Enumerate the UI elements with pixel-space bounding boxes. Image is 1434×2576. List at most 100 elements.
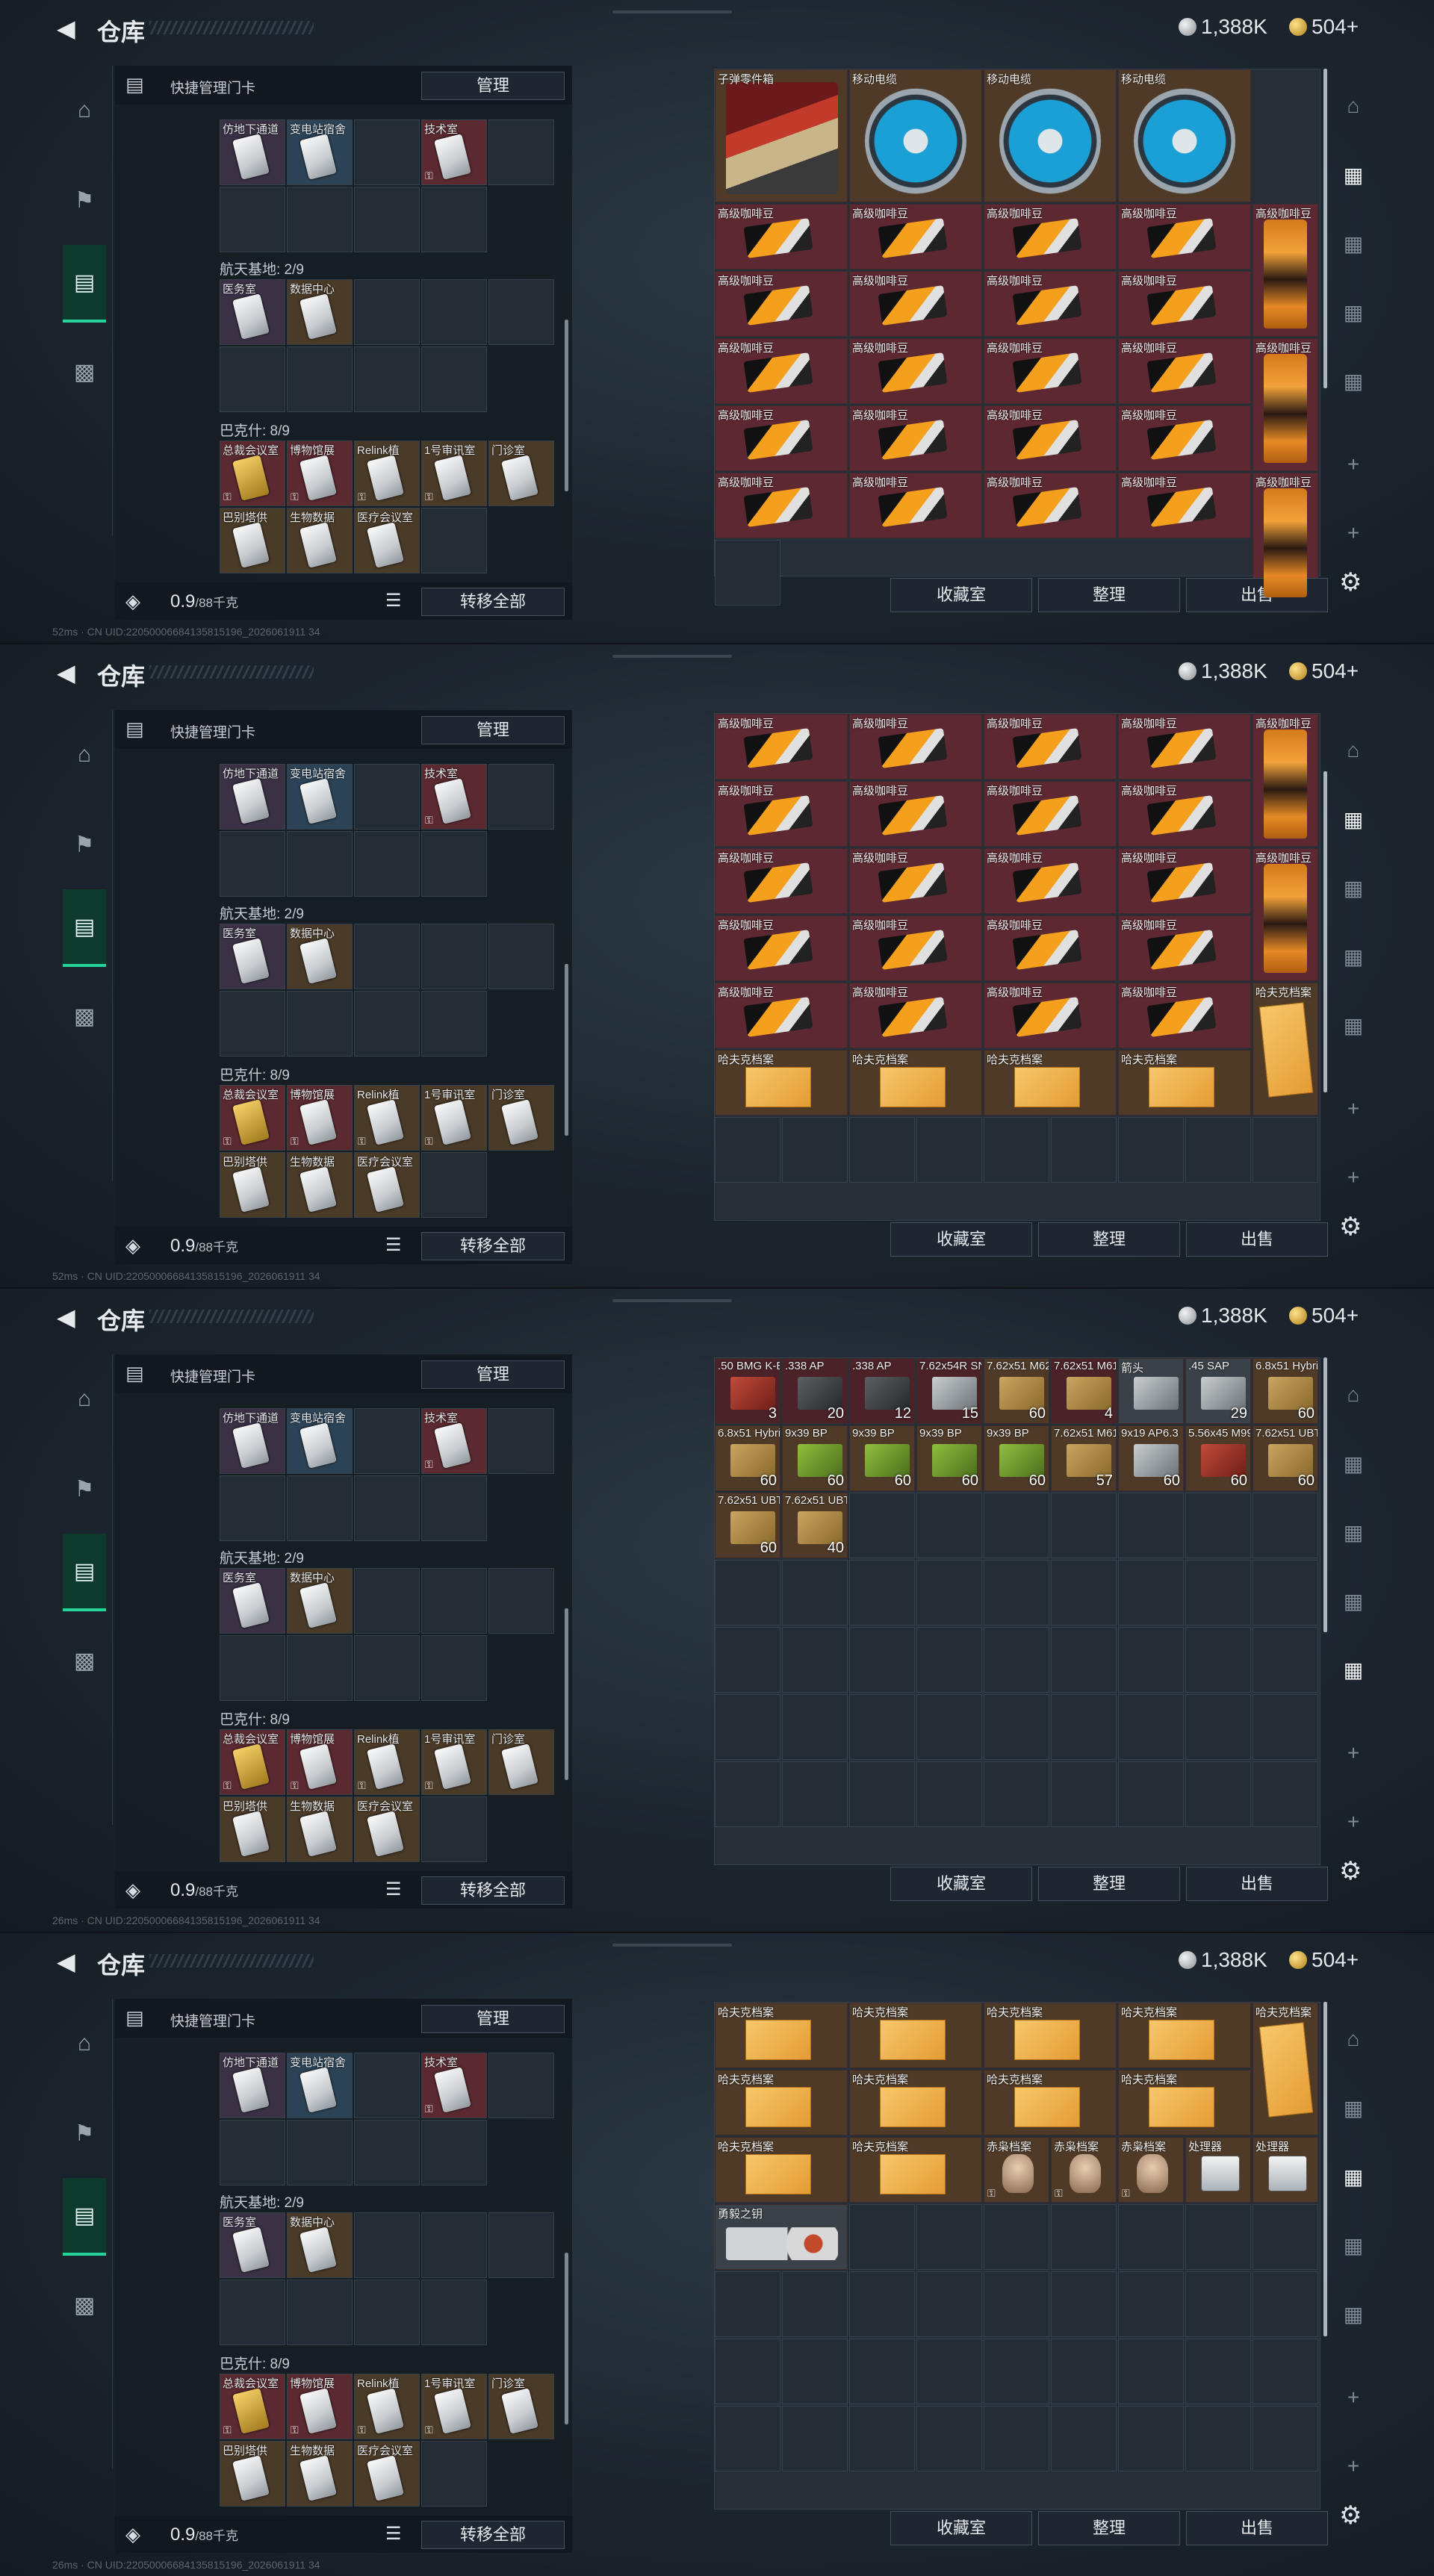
empty-keycard-slot[interactable]: [421, 1796, 487, 1862]
empty-slot[interactable]: [984, 2271, 1049, 2337]
add-storage-plus-icon[interactable]: +: [1332, 1155, 1374, 1200]
empty-slot[interactable]: [1118, 2339, 1184, 2404]
inventory-item[interactable]: 高级咖啡豆: [984, 714, 1117, 780]
empty-slot[interactable]: [1118, 1627, 1184, 1693]
inventory-item[interactable]: .50 BMG K-BT 3: [715, 1358, 780, 1424]
empty-slot[interactable]: [1051, 1627, 1117, 1693]
list-icon[interactable]: ☰: [385, 1879, 402, 1900]
inventory-item[interactable]: 9x19 AP6.3 60: [1118, 1425, 1184, 1491]
keycard-slot[interactable]: 医务室: [220, 1568, 285, 1634]
add-storage-plus-icon[interactable]: +: [1332, 442, 1374, 487]
keycard-slot[interactable]: 门诊室: [488, 441, 554, 506]
keycard-slot[interactable]: 1号审讯室 ⚿: [421, 1085, 487, 1151]
keycard-slot[interactable]: 变电站宿舍: [287, 2053, 353, 2118]
empty-keycard-slot[interactable]: [220, 1635, 285, 1701]
inventory-item[interactable]: 高级咖啡豆: [1253, 714, 1318, 847]
settings-gear-icon[interactable]: ⚙: [1339, 2501, 1362, 2530]
keycard-slot[interactable]: Relink植 ⚿: [354, 1085, 420, 1151]
empty-slot[interactable]: [715, 1694, 780, 1760]
empty-slot[interactable]: [984, 1117, 1049, 1183]
inventory-item[interactable]: 高级咖啡豆: [984, 338, 1117, 404]
storage-tab-iv-icon[interactable]: ▦: [1332, 2223, 1374, 2268]
inventory-item[interactable]: 箭头: [1118, 1358, 1184, 1424]
keycard-slot[interactable]: 1号审讯室 ⚿: [421, 441, 487, 506]
empty-slot[interactable]: [1051, 1761, 1117, 1827]
inventory-item[interactable]: 处理器: [1185, 2137, 1251, 2203]
inventory-item[interactable]: 哈夫克档案: [1118, 2070, 1251, 2135]
empty-slot[interactable]: [715, 2406, 780, 2471]
empty-keycard-slot[interactable]: [354, 831, 420, 897]
inventory-item[interactable]: 7.62x51 M62 60: [984, 1358, 1049, 1424]
empty-slot[interactable]: [1118, 2204, 1184, 2270]
empty-slot[interactable]: [1051, 2406, 1117, 2471]
empty-keycard-slot[interactable]: [488, 764, 554, 830]
transfer-all-button[interactable]: 转移全部: [421, 2521, 565, 2549]
keycard-slot[interactable]: 生物数据: [287, 2441, 353, 2507]
empty-slot[interactable]: [916, 2406, 982, 2471]
add-storage-plus-icon[interactable]: +: [1332, 2375, 1374, 2420]
inventory-item[interactable]: 高级咖啡豆: [715, 848, 848, 914]
toolbox-category-icon[interactable]: ▩: [63, 979, 106, 1054]
storage-tab-home-icon[interactable]: ⌂: [1332, 84, 1374, 128]
inventory-item[interactable]: 哈夫克档案: [984, 2070, 1117, 2135]
empty-slot[interactable]: [849, 1627, 915, 1693]
inventory-item[interactable]: 6.8x51 Hybrid 60: [715, 1425, 780, 1491]
inventory-item[interactable]: 高级咖啡豆: [984, 405, 1117, 471]
empty-keycard-slot[interactable]: [421, 279, 487, 345]
keycard-slot[interactable]: 巴别塔供: [220, 1152, 285, 1218]
inventory-item[interactable]: 高级咖啡豆: [984, 781, 1117, 847]
empty-slot[interactable]: [1118, 1560, 1184, 1625]
empty-slot[interactable]: [849, 1493, 915, 1558]
gold-currency[interactable]: 504+: [1289, 1948, 1359, 1972]
empty-keycard-slot[interactable]: [421, 2441, 487, 2507]
keycard-slot[interactable]: 1号审讯室 ⚿: [421, 2374, 487, 2439]
empty-keycard-slot[interactable]: [421, 991, 487, 1057]
inventory-item[interactable]: 高级咖啡豆: [715, 781, 848, 847]
empty-slot[interactable]: [1051, 2271, 1117, 2337]
weapon-category-icon[interactable]: ⌂: [63, 718, 106, 792]
keycard-category-icon[interactable]: ▤: [63, 2178, 106, 2256]
keycard-category-icon[interactable]: ▤: [63, 245, 106, 323]
sell-button[interactable]: 出售: [1186, 1867, 1328, 1901]
keycard-slot[interactable]: 门诊室: [488, 1729, 554, 1795]
empty-slot[interactable]: [849, 1694, 915, 1760]
empty-keycard-slot[interactable]: [354, 119, 420, 185]
inventory-item[interactable]: 7.62x54R SNB 15: [916, 1358, 982, 1424]
collection-room-button[interactable]: 收藏室: [890, 2511, 1032, 2545]
empty-slot[interactable]: [1051, 2339, 1117, 2404]
back-arrow-icon[interactable]: ◀: [57, 659, 84, 686]
inventory-item[interactable]: 高级咖啡豆: [1118, 781, 1251, 847]
keycard-slot[interactable]: 医务室: [220, 2212, 285, 2278]
empty-slot[interactable]: [1185, 1627, 1251, 1693]
empty-keycard-slot[interactable]: [354, 1635, 420, 1701]
empty-slot[interactable]: [984, 2204, 1049, 2270]
storage-tab-ii-icon[interactable]: ▦: [1332, 797, 1374, 841]
storage-tab-ii-icon[interactable]: ▦: [1332, 152, 1374, 197]
inventory-item[interactable]: 勇毅之钥: [715, 2204, 848, 2270]
inventory-item[interactable]: 7.62x51 UBT 60: [715, 1493, 780, 1558]
inventory-item[interactable]: 子弹零件箱: [715, 69, 848, 202]
inventory-item[interactable]: 高级咖啡豆: [984, 983, 1117, 1048]
empty-slot[interactable]: [1253, 1694, 1318, 1760]
inventory-item[interactable]: 高级咖啡豆: [849, 915, 982, 981]
storage-tab-iii-icon[interactable]: ▦: [1332, 221, 1374, 266]
keycard-slot[interactable]: 技术室 ⚿: [421, 1408, 487, 1474]
empty-slot[interactable]: [916, 2271, 982, 2337]
empty-keycard-slot[interactable]: [220, 991, 285, 1057]
add-storage-plus-icon[interactable]: +: [1332, 1731, 1374, 1776]
keycard-scrollbar[interactable]: [565, 1608, 568, 1780]
empty-slot[interactable]: [715, 540, 780, 606]
armor-category-icon[interactable]: ⚑: [63, 163, 106, 237]
empty-keycard-slot[interactable]: [287, 1635, 353, 1701]
empty-keycard-slot[interactable]: [354, 279, 420, 345]
empty-slot[interactable]: [782, 1560, 848, 1625]
inventory-item[interactable]: 高级咖啡豆: [1118, 338, 1251, 404]
storage-tab-home-icon[interactable]: ⌂: [1332, 2017, 1374, 2062]
keycard-slot[interactable]: 变电站宿舍: [287, 764, 353, 830]
keycard-slot[interactable]: 博物馆展 ⚿: [287, 2374, 353, 2439]
empty-slot[interactable]: [715, 2271, 780, 2337]
inventory-item[interactable]: 9x39 BP 60: [849, 1425, 915, 1491]
keycard-slot[interactable]: 总裁会议室 ⚿: [220, 1729, 285, 1795]
inventory-item[interactable]: 9x39 BP 60: [782, 1425, 848, 1491]
keycard-slot[interactable]: 总裁会议室 ⚿: [220, 441, 285, 506]
